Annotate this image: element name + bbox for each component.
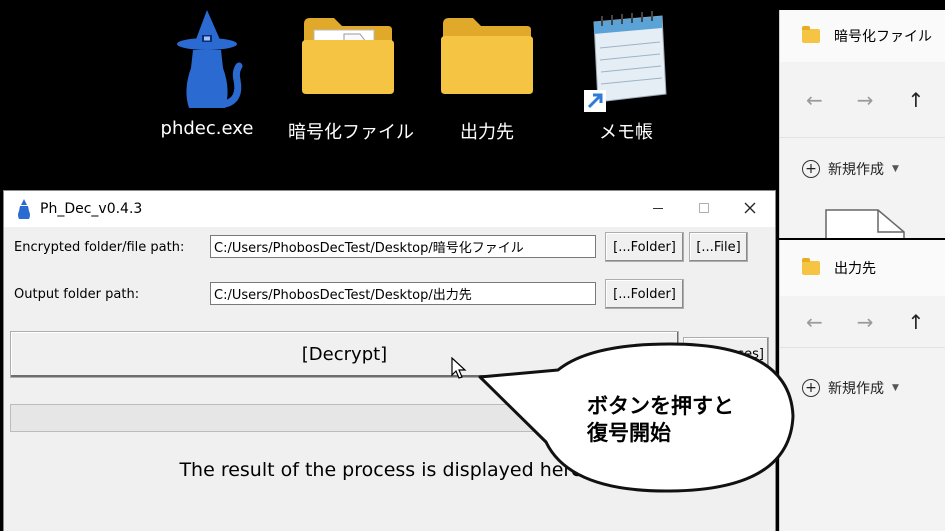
wizard-cat-icon [177, 10, 243, 108]
explorer-nav: ← → ↑ [780, 62, 945, 138]
new-button[interactable]: + 新規作成 ▼ [780, 138, 945, 200]
desktop-icon-label: phdec.exe [160, 118, 254, 139]
callout-line-2: 復号開始 [587, 421, 671, 445]
back-arrow-icon[interactable]: ← [806, 88, 823, 112]
folder-icon [802, 26, 820, 43]
forward-arrow-icon[interactable]: → [857, 310, 874, 334]
encrypted-path-input[interactable] [210, 235, 596, 258]
explorer-title: 出力先 [834, 261, 876, 277]
minimize-icon [653, 207, 663, 209]
output-folder-button[interactable]: [...Folder] [605, 279, 684, 309]
plus-circle-icon: + [802, 379, 820, 397]
desktop-icon-label: 暗号化ファイル [288, 122, 414, 143]
close-button[interactable] [727, 191, 773, 225]
chevron-down-icon: ▼ [892, 164, 899, 174]
desktop-icon-phdec[interactable]: phdec.exe [147, 0, 267, 150]
mouse-cursor-icon [451, 357, 467, 379]
up-arrow-icon[interactable]: ↑ [908, 310, 925, 334]
notepad-icon [584, 11, 667, 112]
document-file-icon [825, 209, 905, 238]
explorer-window-output[interactable]: 出力先 ← → ↑ + 新規作成 ▼ [779, 240, 945, 531]
desktop-icon-notepad[interactable]: メモ帳 [566, 0, 686, 150]
folder-icon [441, 18, 533, 94]
desktop-icon-encrypted-folder[interactable]: 暗号化ファイル [288, 0, 414, 150]
chevron-down-icon: ▼ [892, 383, 899, 393]
folder-icon [802, 258, 820, 275]
app-title: Ph_Dec_v0.4.3 [40, 201, 143, 217]
desktop-icon-output-folder[interactable]: 出力先 [427, 0, 547, 150]
encrypted-path-label: Encrypted folder/file path: [14, 240, 185, 255]
desktop-icon-label: メモ帳 [599, 122, 653, 143]
close-icon [744, 202, 756, 214]
encrypted-file-button[interactable]: [...File] [689, 232, 748, 262]
app-title-bar[interactable]: Ph_Dec_v0.4.3 [4, 191, 775, 227]
explorer-nav: ← → ↑ [780, 296, 945, 348]
explorer-title-bar: 出力先 [780, 240, 945, 296]
app-icon [18, 199, 30, 219]
output-path-label: Output folder path: [14, 287, 140, 302]
explorer-title: 暗号化ファイル [834, 29, 932, 45]
back-arrow-icon[interactable]: ← [806, 310, 823, 334]
new-label: 新規作成 [828, 381, 884, 397]
minimize-button[interactable] [635, 191, 681, 225]
encrypted-folder-button[interactable]: [...Folder] [605, 232, 684, 262]
explorer-title-bar: 暗号化ファイル [780, 10, 945, 62]
desktop-icon-label: 出力先 [460, 122, 514, 143]
plus-circle-icon: + [802, 160, 820, 178]
forward-arrow-icon[interactable]: → [857, 88, 874, 112]
folder-with-document-icon [302, 18, 394, 94]
output-path-input[interactable] [210, 282, 596, 305]
explorer-window-encrypted[interactable]: 暗号化ファイル ← → ↑ + 新規作成 ▼ [779, 10, 945, 238]
new-label: 新規作成 [828, 162, 884, 178]
maximize-button[interactable] [681, 191, 727, 225]
callout-line-1: ボタンを押すと [587, 394, 734, 418]
up-arrow-icon[interactable]: ↑ [908, 88, 925, 112]
new-button[interactable]: + 新規作成 ▼ [780, 348, 945, 428]
callout-text: ボタンを押すと 復号開始 [587, 393, 734, 447]
maximize-icon [699, 203, 709, 213]
